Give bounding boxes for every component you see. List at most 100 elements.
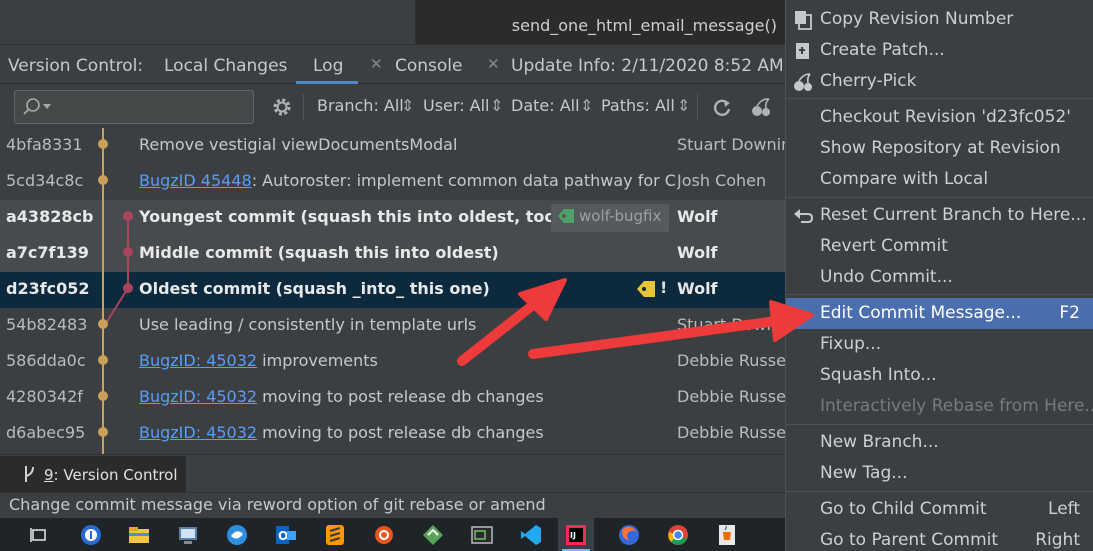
commit-message: BugzID 45448: Autoroster: implement comm… [139, 171, 676, 190]
shortcut-number: 9 [44, 466, 54, 484]
commit-message: Use leading / consistently in template u… [139, 315, 477, 334]
menu-item-reset-branch[interactable]: Reset Current Branch to Here... [786, 200, 1093, 231]
table-row[interactable]: 4280342f BugzID: 45032 moving to post re… [0, 380, 785, 416]
editor-gutter [0, 0, 415, 44]
table-row[interactable]: 54b82483 Use leading / consistently in t… [0, 308, 785, 344]
bug-link[interactable]: BugzID: 45032 [139, 387, 257, 406]
more-refs-marker: ! [660, 278, 668, 297]
java-icon[interactable] [716, 524, 738, 546]
menu-item-revert-commit[interactable]: Revert Commit [786, 231, 1093, 262]
menu-item-undo-commit[interactable]: Undo Commit... [786, 262, 1093, 293]
commit-author: Debbie Russell [677, 351, 785, 370]
branch-icon [25, 466, 34, 482]
cherry-icon [794, 73, 812, 91]
network-icon[interactable] [177, 524, 199, 546]
branch-filter[interactable]: Branch: All [317, 96, 404, 115]
tag-icon [558, 209, 574, 223]
tab-update-info[interactable]: Update Info: 2/11/2020 8:52 AM [511, 56, 784, 76]
task-view-icon[interactable] [28, 524, 50, 546]
search-icon [23, 98, 40, 115]
gear-icon[interactable] [271, 96, 293, 118]
table-row[interactable]: a7c7f139 Middle commit (squash this into… [0, 236, 785, 272]
menu-item-new-tag[interactable]: New Tag... [786, 458, 1093, 489]
commit-hash: d23fc052 [6, 279, 90, 298]
status-text: Change commit message via reword option … [9, 495, 546, 514]
menu-item-new-branch[interactable]: New Branch... [786, 427, 1093, 458]
commit-hash: 4280342f [6, 387, 83, 406]
menu-separator [786, 197, 1093, 198]
menu-item-squash-into[interactable]: Squash Into... [786, 360, 1093, 391]
tag-icon [637, 281, 655, 297]
table-row[interactable]: d6abec95 BugzID: 45032 moving to post re… [0, 416, 785, 452]
tab-local-changes[interactable]: Local Changes [164, 56, 287, 76]
sublime-icon[interactable] [324, 524, 346, 546]
commit-hash: 5cd34c8c [6, 171, 84, 190]
vscode-icon[interactable] [520, 524, 542, 546]
commit-author: Stuart Downing [677, 315, 785, 334]
menu-item-copy-revision-number[interactable]: Copy Revision Number [786, 4, 1093, 35]
divider [415, 0, 416, 44]
menu-item-checkout-revision[interactable]: Checkout Revision 'd23fc052' [786, 102, 1093, 133]
commit-author: Debbie Russell [677, 387, 785, 406]
commit-message: BugzID: 45032 improvements [139, 351, 378, 370]
table-row[interactable]: 5cd34c8c BugzID 45448: Autoroster: imple… [0, 164, 785, 200]
menu-item-compare-with-local[interactable]: Compare with Local [786, 164, 1093, 195]
close-icon[interactable]: ✕ [487, 55, 500, 73]
shortcut-hint: F2 [1059, 303, 1080, 323]
table-row-selected[interactable]: d23fc052 Oldest commit (squash _into_ th… [0, 272, 785, 308]
chrome-icon[interactable] [667, 524, 689, 546]
table-row[interactable]: 586dda0c BugzID: 45032 improvements Debb… [0, 344, 785, 380]
tool-window-tabs: Version Control: Local Changes Log ✕ Con… [0, 44, 785, 84]
tab-console[interactable]: Console [395, 56, 463, 76]
menu-separator [786, 491, 1093, 492]
table-row[interactable]: a43828cb Youngest commit (squash this in… [0, 200, 785, 236]
file-explorer-icon[interactable] [128, 524, 150, 546]
menu-item-cherry-pick[interactable]: Cherry-Pick [786, 66, 1093, 97]
commit-author: Debbie Russell [677, 423, 785, 442]
menu-item-show-repository[interactable]: Show Repository at Revision [786, 133, 1093, 164]
cherry-pick-icon[interactable] [750, 96, 772, 118]
commit-log-table: 4bfa8331 Remove vestigial viewDocumentsM… [0, 128, 785, 454]
status-bar: Change commit message via reword option … [0, 492, 785, 518]
intellij-icon[interactable]: IJ [565, 524, 587, 546]
menu-separator [786, 98, 1093, 99]
menu-item-fixup[interactable]: Fixup... [786, 329, 1093, 360]
commit-hash: d6abec95 [6, 423, 86, 442]
password-manager-icon[interactable] [80, 524, 102, 546]
commit-message: Remove vestigial viewDocumentsModal [139, 135, 458, 154]
firefox-icon[interactable] [618, 524, 640, 546]
version-control-tab[interactable]: 9: Version Control [0, 456, 186, 492]
menu-separator [786, 294, 1093, 295]
commit-message: Oldest commit (squash _into_ this one) [139, 279, 490, 298]
close-icon[interactable]: ✕ [370, 55, 383, 73]
divider [303, 94, 304, 120]
git-client-icon[interactable] [422, 524, 444, 546]
shortcut-hint: Right [1035, 530, 1080, 550]
tool-window-title: Version Control: [8, 56, 144, 76]
bug-link[interactable]: BugzID: 45032 [139, 423, 257, 442]
menu-item-interactive-rebase: Interactively Rebase from Here... [820, 396, 1093, 416]
ubuntu-icon[interactable] [373, 524, 395, 546]
menu-item-go-to-child[interactable]: Go to Child Commit Left [786, 494, 1093, 525]
paths-filter[interactable]: Paths: All [601, 96, 675, 115]
bug-link[interactable]: BugzID 45448 [139, 171, 252, 190]
menu-item-create-patch[interactable]: Create Patch... [786, 35, 1093, 66]
editor-area: send_one_html_email_message() [0, 0, 785, 44]
commit-message: BugzID: 45032 moving to post release db … [139, 387, 544, 406]
menu-item-edit-commit-message[interactable]: Edit Commit Message... F2 [786, 298, 1093, 329]
bug-link[interactable]: BugzID: 45032 [139, 351, 257, 370]
table-row[interactable]: 4bfa8331 Remove vestigial viewDocumentsM… [0, 128, 785, 164]
terminal-icon[interactable] [471, 524, 493, 546]
refresh-icon[interactable] [711, 96, 733, 118]
outlook-icon[interactable]: O [275, 524, 297, 546]
chevron-down-icon [43, 104, 51, 109]
menu-item-go-to-parent[interactable]: Go to Parent Commit Right [786, 525, 1093, 551]
date-filter[interactable]: Date: All [511, 96, 580, 115]
remote-icon[interactable] [226, 524, 248, 546]
tab-log[interactable]: Log [313, 56, 343, 76]
user-filter[interactable]: User: All [423, 96, 490, 115]
search-input[interactable] [14, 90, 254, 124]
commit-author: Stuart Downing [677, 135, 785, 154]
context-menu: Copy Revision Number Create Patch... Che… [785, 0, 1093, 551]
editor-tab[interactable]: send_one_html_email_message() [512, 16, 777, 35]
